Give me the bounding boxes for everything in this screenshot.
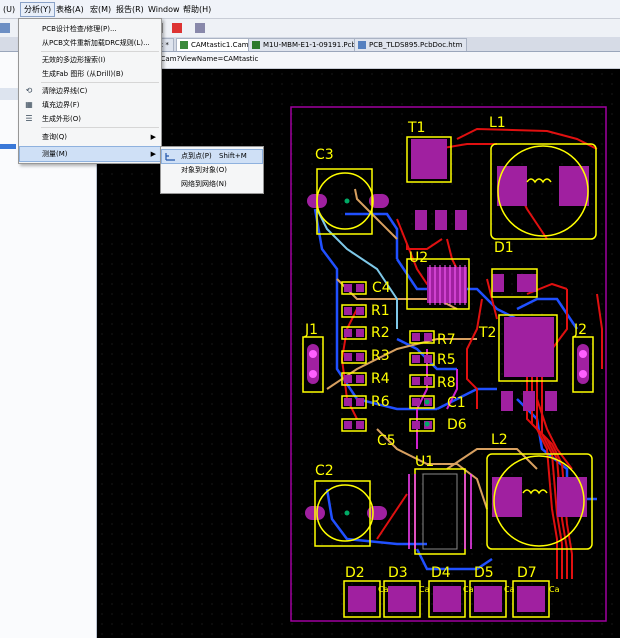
label-r7: R7 bbox=[437, 332, 456, 348]
label-d6: D6 bbox=[447, 417, 467, 433]
label-r1: R1 bbox=[371, 303, 390, 319]
pad-t2 bbox=[504, 317, 554, 377]
toolbar-icon[interactable] bbox=[0, 23, 10, 33]
pad-l2-left bbox=[492, 477, 522, 517]
menu-analysis[interactable]: 分析(Y) bbox=[20, 2, 56, 17]
cathode-label: Ca bbox=[378, 585, 389, 594]
pad bbox=[455, 210, 467, 230]
ruler-icon bbox=[165, 153, 175, 161]
pad-d4 bbox=[433, 586, 461, 612]
cathode-label: Ca bbox=[463, 585, 474, 594]
pad bbox=[415, 210, 427, 230]
tab-camtastic[interactable]: CAMtastic1.Cam * bbox=[176, 38, 260, 51]
label-r8: R8 bbox=[437, 375, 456, 391]
pad-d5 bbox=[474, 586, 502, 612]
analysis-menu: PCB设计检查/修理(P)... 从PCB文件重新加载DRC规则(L)... 无… bbox=[18, 18, 162, 164]
menu-item-generate-outline[interactable]: ☰ 生成外形(O) bbox=[20, 112, 160, 126]
html-file-icon bbox=[358, 41, 366, 49]
pad-d3 bbox=[388, 586, 416, 612]
menu-bar: (U) 分析(Y) 表格(A) 宏(M) 报告(R) Window 帮助(H) bbox=[0, 0, 620, 19]
menu-table[interactable]: 表格(A) bbox=[53, 3, 87, 16]
outline-icon: ☰ bbox=[25, 114, 33, 123]
cathode-label: Ca bbox=[549, 585, 560, 594]
menu-macro[interactable]: 宏(M) bbox=[87, 3, 114, 16]
label-c1: C1 bbox=[447, 395, 466, 411]
flag-icon[interactable] bbox=[172, 23, 182, 33]
label-t2: T2 bbox=[478, 325, 496, 341]
label-d5: D5 bbox=[474, 565, 494, 581]
pad-u2 bbox=[427, 267, 467, 303]
pad-d1-b bbox=[517, 274, 537, 292]
label-l2: L2 bbox=[491, 432, 508, 448]
l1-coil-icon bbox=[526, 178, 552, 184]
panel-selection[interactable] bbox=[0, 144, 16, 149]
label-c3: C3 bbox=[315, 147, 334, 163]
clear-border-icon: ⟲ bbox=[25, 86, 33, 95]
menu-window[interactable]: Window bbox=[145, 3, 183, 16]
menu-item-fab-drawing[interactable]: 生成Fab 图形 (从Drill)(B) bbox=[20, 67, 160, 81]
measure-submenu: 点到点(P) Shift+M 对象到对象(O) 网络到网络(N) bbox=[160, 146, 264, 194]
menu-item-reload-drc[interactable]: 从PCB文件重新加载DRC规则(L)... bbox=[20, 36, 160, 50]
label-r6: R6 bbox=[371, 394, 390, 410]
address-text[interactable]: c1.Cam?ViewName=CAMtastic bbox=[150, 55, 258, 63]
label-l1: L1 bbox=[489, 115, 506, 131]
menu-prev[interactable]: (U) bbox=[0, 3, 18, 16]
menu-separator bbox=[41, 82, 159, 83]
pad-d7 bbox=[517, 586, 545, 612]
label-j1: J1 bbox=[304, 322, 318, 338]
submenu-item-object-to-object[interactable]: 对象到对象(O) bbox=[162, 164, 262, 177]
label-u1: U1 bbox=[415, 454, 434, 470]
grid-icon[interactable] bbox=[195, 23, 205, 33]
label-d3: D3 bbox=[388, 565, 408, 581]
menu-report[interactable]: 报告(R) bbox=[113, 3, 147, 16]
label-c5: C5 bbox=[377, 433, 396, 449]
menu-separator bbox=[41, 127, 159, 128]
label-r5: R5 bbox=[437, 352, 456, 368]
pad bbox=[435, 210, 447, 230]
cam-file-icon bbox=[180, 41, 188, 49]
cathode-label: Ca bbox=[504, 585, 515, 594]
label-r3: R3 bbox=[371, 348, 390, 364]
pad bbox=[545, 391, 557, 411]
shortcut-label: Shift+M bbox=[219, 152, 247, 160]
label-u2: U2 bbox=[409, 250, 428, 266]
label-d1: D1 bbox=[494, 240, 514, 256]
pad-t1 bbox=[411, 139, 447, 179]
cathode-label: Ca bbox=[419, 585, 430, 594]
pad bbox=[523, 391, 535, 411]
menu-item-pcb-check[interactable]: PCB设计检查/修理(P)... bbox=[20, 22, 160, 36]
menu-item-query[interactable]: 查询(Q) ▶ bbox=[20, 130, 160, 144]
l2-coil-icon bbox=[522, 489, 548, 495]
pcb-file-icon bbox=[252, 41, 260, 49]
menu-item-invalid-polygon[interactable]: 无效的多边形搜索(I) bbox=[20, 53, 160, 67]
submenu-item-net-to-net[interactable]: 网络到网络(N) bbox=[162, 178, 262, 191]
label-d4: D4 bbox=[431, 565, 451, 581]
menu-item-clear-border[interactable]: ⟲ 清除边界线(C) bbox=[20, 84, 160, 98]
pad bbox=[501, 391, 513, 411]
tab-htm[interactable]: PCB_TLDS895.PcbDoc.htm bbox=[354, 38, 468, 51]
label-c4: C4 bbox=[372, 280, 391, 296]
label-d2: D2 bbox=[345, 565, 365, 581]
label-t1: T1 bbox=[407, 120, 425, 136]
pad-d1-a bbox=[492, 274, 504, 292]
label-r4: R4 bbox=[371, 371, 390, 387]
u1 bbox=[408, 468, 472, 555]
submenu-arrow-icon: ▶ bbox=[150, 133, 156, 141]
label-r2: R2 bbox=[371, 325, 390, 341]
submenu-item-point-to-point[interactable]: 点到点(P) Shift+M bbox=[161, 149, 263, 164]
menu-item-fill-border[interactable]: ▦ 填充边界(F) bbox=[20, 98, 160, 112]
label-c2: C2 bbox=[315, 463, 334, 479]
pad-d2 bbox=[348, 586, 376, 612]
label-d7: D7 bbox=[517, 565, 537, 581]
menu-item-measure[interactable]: 测量(M) ▶ bbox=[19, 146, 161, 162]
fill-border-icon: ▦ bbox=[25, 100, 33, 109]
label-j2: J2 bbox=[573, 322, 587, 338]
submenu-arrow-icon: ▶ bbox=[150, 150, 156, 158]
menu-help[interactable]: 帮助(H) bbox=[180, 3, 214, 16]
menu-separator bbox=[41, 51, 159, 52]
